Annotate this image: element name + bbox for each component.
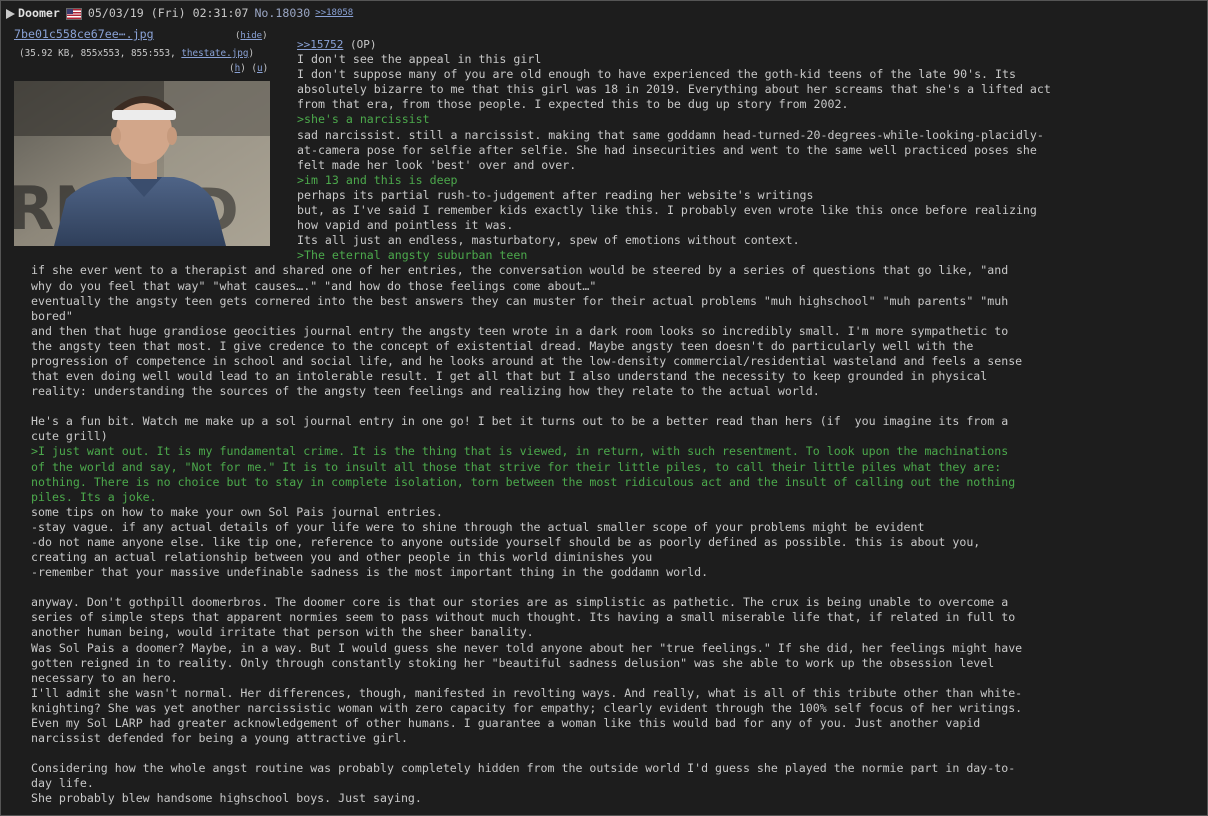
post-line: some tips on how to make your own Sol Pa…: [31, 504, 443, 519]
post-line: anyway. Don't gothpill doomerbros. The d…: [31, 595, 1009, 610]
post-line: another human being, would irritate that…: [31, 625, 534, 640]
post-date: 05/03/19 (Fri) 02:31:07: [87, 6, 249, 21]
post-line: [31, 580, 1171, 595]
post-line: reality: understanding the sources of th…: [31, 384, 820, 399]
post-line: the angsty teen that most. I give creden…: [31, 338, 974, 353]
post-container: Doomer 05/03/19 (Fri) 02:31:07 No.18030 …: [0, 0, 1208, 816]
post-number[interactable]: No.18030: [254, 6, 310, 21]
post-header: Doomer 05/03/19 (Fri) 02:31:07 No.18030 …: [6, 6, 353, 22]
post-text: I don't see the appeal in this girl I don…: [31, 52, 1171, 806]
post-line: narcissist defended for being a young at…: [31, 731, 408, 746]
op-label: (OP): [349, 38, 377, 51]
post-line: how vapid and pointless it was.: [297, 218, 514, 233]
post-line: eventually the angsty teen gets cornered…: [31, 293, 1009, 308]
reply-backlink[interactable]: >>18058: [315, 6, 353, 21]
post-line: perhaps its partial rush-to-judgement af…: [297, 187, 814, 202]
post-line: -remember that your massive undefinable …: [31, 565, 709, 580]
collapse-triangle-icon[interactable]: [6, 9, 15, 19]
post-line: I'll admit she wasn't normal. Her differ…: [31, 685, 1023, 700]
post-line: knighting? She was yet another narcissis…: [31, 700, 1023, 715]
post-line: creating an actual relationship between …: [31, 550, 653, 565]
post-line: but, as I've said I remember kids exactl…: [297, 203, 1037, 218]
post-line: if she ever went to a therapist and shar…: [31, 263, 1009, 278]
us-flag-icon: [65, 8, 82, 20]
post-body: >>15752 (OP) I don't see the appeal in t…: [31, 37, 1171, 807]
post-line: Its all just an endless, masturbatory, s…: [297, 233, 800, 248]
post-line: Was Sol Pais a doomer? Maybe, in a way. …: [31, 640, 1023, 655]
greentext-line: >I just want out. It is my fundamental c…: [31, 444, 1009, 459]
post-line: I don't see the appeal in this girl: [297, 52, 542, 67]
post-line: at-camera pose for selfie after selfie. …: [297, 142, 1037, 157]
post-line: [31, 399, 1171, 414]
greentext-line: piles. Its a joke.: [31, 489, 157, 504]
greentext-line: >The eternal angsty suburban teen: [297, 248, 528, 263]
poster-name: Doomer: [18, 6, 60, 21]
post-line: from that era, from those people. I expe…: [297, 97, 849, 112]
post-line: necessary to an hero.: [31, 670, 178, 685]
post-line: series of simple steps that apparent nor…: [31, 610, 1016, 625]
post-line: sad narcissist. still a narcissist. maki…: [297, 127, 1044, 142]
greentext-line: of the world and say, "Not for me." It i…: [31, 459, 1002, 474]
post-line: He's a fun bit. Watch me make up a sol j…: [31, 414, 1009, 429]
post-line: She probably blew handsome highschool bo…: [31, 791, 422, 806]
post-line: felt made her look 'best' over and over.: [297, 157, 577, 172]
greentext-line: >she's a narcissist: [297, 112, 430, 127]
greentext-line: nothing. There is no choice but to stay …: [31, 474, 1016, 489]
post-line: [31, 746, 1171, 761]
post-line: progression of competence in school and …: [31, 353, 1023, 368]
op-reference-link[interactable]: >>15752: [297, 38, 343, 51]
post-line: I don't suppose many of you are old enou…: [297, 67, 1016, 82]
post-line: absolutely bizarre to me that this girl …: [297, 82, 1051, 97]
post-reference-line: >>15752 (OP): [297, 37, 1171, 52]
post-line: -stay vague. if any actual details of yo…: [31, 519, 925, 534]
post-line: and then that huge grandiose geocities j…: [31, 323, 1009, 338]
post-line: -do not name anyone else. like tip one, …: [31, 535, 981, 549]
post-line: gotten reigned in to reality. Only throu…: [31, 655, 995, 670]
post-line: bored": [31, 308, 73, 323]
post-line: cute grill): [31, 429, 108, 444]
post-line: Even my Sol LARP had greater acknowledge…: [31, 716, 981, 731]
post-line: Considering how the whole angst routine …: [31, 761, 1016, 776]
post-line: day life.: [31, 776, 94, 791]
greentext-line: >im 13 and this is deep: [297, 172, 458, 187]
post-line: why do you feel that way" "what causes….…: [31, 278, 597, 293]
post-line: that even doing well would lead to an in…: [31, 369, 988, 384]
